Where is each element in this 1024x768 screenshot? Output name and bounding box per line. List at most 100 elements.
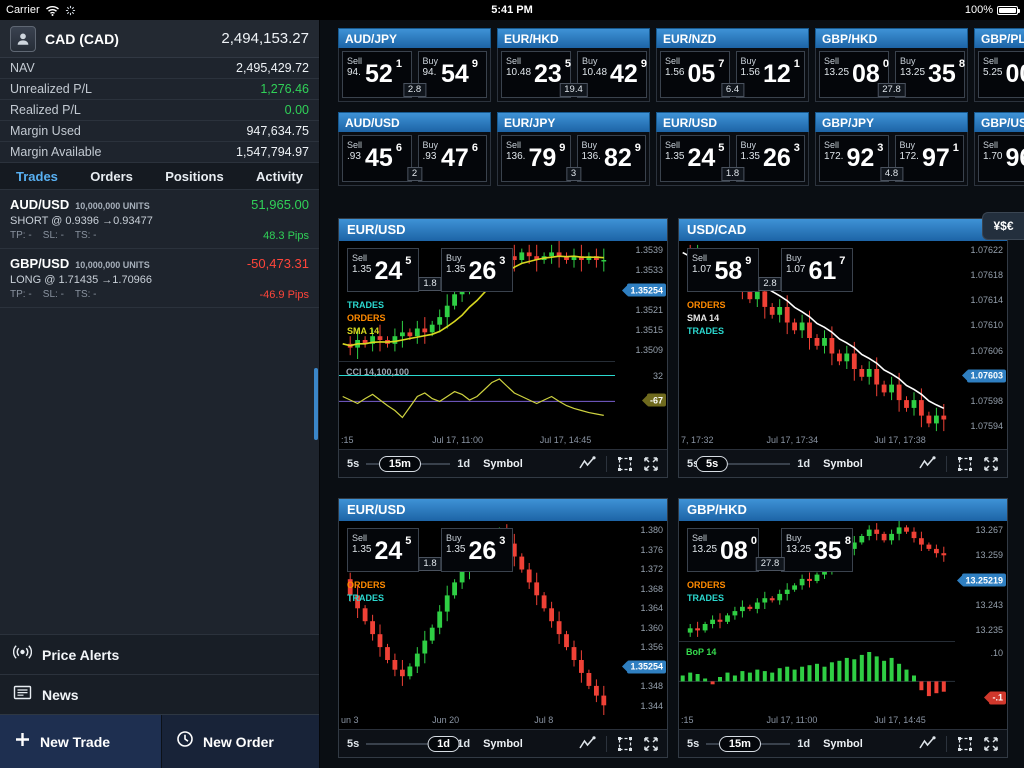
timeframe-max-label[interactable]: 1d [797, 738, 810, 750]
quote-tile-eur-usd[interactable]: EUR/USD Sell 1.35 24 5 1.8 Buy 1.35 26 3 [656, 112, 809, 188]
fullscreen-icon[interactable] [643, 456, 659, 472]
quote-tile-gbp-pln[interactable]: GBP/PLN Sell 5.25 00 Buy [974, 28, 1024, 104]
select-region-icon[interactable] [957, 456, 973, 472]
sell-button[interactable]: Sell 1.56 05 7 [660, 51, 730, 98]
draw-indicator-icon[interactable] [919, 456, 936, 471]
timeframe-min-label[interactable]: 5s [687, 738, 699, 750]
time-axis-label: Jul 17, 17:34 [767, 435, 819, 445]
buy-button[interactable]: Buy 136. 82 9 [577, 135, 647, 182]
account-header[interactable]: CAD (CAD) 2,494,153.27 [0, 20, 319, 58]
axis-label: 1.3539 [635, 245, 663, 255]
quote-tile-gbp-usd[interactable]: GBP/USD Sell 1.70 96 6 Buy [974, 112, 1024, 188]
select-region-icon[interactable] [617, 736, 633, 752]
new-trade-button[interactable]: New Trade [0, 715, 162, 768]
axis-label: 1.3521 [635, 305, 663, 315]
draw-indicator-icon[interactable] [579, 456, 596, 471]
sidebar-tab-activity[interactable]: Activity [256, 169, 303, 184]
new-order-icon [176, 730, 194, 753]
sell-button[interactable]: Sell 1.35 24 5 [347, 528, 419, 572]
currency-drawer-tab[interactable]: ¥$€ [982, 212, 1024, 240]
chart-panel-gbp-hkd-3[interactable]: GBP/HKD Sell 13.25 08 0 27.8 Buy 13.25 3… [678, 498, 1008, 758]
spread-badge: 2.8 [758, 277, 781, 291]
timeframe-min-label[interactable]: 5s [347, 458, 359, 470]
sell-price-prefix: 1.07 [692, 264, 711, 276]
select-region-icon[interactable] [957, 736, 973, 752]
timeframe-max-label[interactable]: 1d [797, 458, 810, 470]
timeframe-thumb[interactable]: 1d [427, 736, 460, 752]
quote-tile-eur-jpy[interactable]: EUR/JPY Sell 136. 79 9 3 Buy 136. 82 9 [497, 112, 650, 188]
time-axis: 7, 17:32Jul 17, 17:34Jul 17, 17:38 [679, 433, 953, 449]
quote-tile-eur-nzd[interactable]: EUR/NZD Sell 1.56 05 7 6.4 Buy 1.56 12 1 [656, 28, 809, 104]
sidebar-tab-orders[interactable]: Orders [90, 169, 133, 184]
menu-item-news[interactable]: News [0, 674, 319, 714]
sell-button[interactable]: Sell .93 45 6 [342, 135, 412, 182]
timeframe-slider[interactable]: 1d [366, 734, 450, 754]
timeframe-thumb[interactable]: 15m [719, 736, 761, 752]
quote-tile-aud-usd[interactable]: AUD/USD Sell .93 45 6 2 Buy .93 47 6 [338, 112, 491, 188]
sell-button[interactable]: Sell 1.07 58 9 [687, 248, 759, 292]
sell-button[interactable]: Sell 172. 92 3 [819, 135, 889, 182]
chart-panel-eur-usd-2[interactable]: EUR/USD Sell 1.35 24 5 1.8 Buy 1.35 26 3… [338, 498, 668, 758]
sell-price-big: 52 [365, 54, 393, 96]
timeframe-slider[interactable]: 5s [706, 454, 790, 474]
sell-button[interactable]: Sell 136. 79 9 [501, 135, 571, 182]
sidebar-tab-positions[interactable]: Positions [165, 169, 224, 184]
buy-button[interactable]: Buy 1.35 26 3 [441, 248, 513, 292]
fullscreen-icon[interactable] [983, 456, 999, 472]
chart-panel-usd-cad-1[interactable]: USD/CAD Sell 1.07 58 9 2.8 Buy 1.07 61 7… [678, 218, 1008, 478]
timeframe-slider[interactable]: 15m [706, 734, 790, 754]
symbol-button[interactable]: Symbol [823, 738, 863, 750]
quote-tile-eur-hkd[interactable]: EUR/HKD Sell 10.48 23 5 19.4 Buy 10.48 4… [497, 28, 650, 104]
buy-button[interactable]: Buy .93 47 6 [418, 135, 488, 182]
timeframe-max-label[interactable]: 1d [457, 458, 470, 470]
buy-button[interactable]: Buy 13.25 35 8 [781, 528, 853, 572]
quote-box: Sell 136. 79 9 3 Buy 136. 82 9 [497, 132, 650, 186]
select-region-icon[interactable] [617, 456, 633, 472]
chart-pair-label: EUR/USD [339, 219, 667, 241]
quote-box: Sell 5.25 00 Buy [974, 48, 1024, 102]
draw-indicator-icon[interactable] [579, 736, 596, 751]
sell-label: Sell [983, 56, 1002, 67]
chart-toolbar: 5s 5s 1d Symbol [679, 449, 1007, 477]
sell-button[interactable]: Sell 5.25 00 [978, 51, 1024, 98]
buy-button[interactable]: Buy 1.07 61 7 [781, 248, 853, 292]
buy-button[interactable]: Buy 94. 54 9 [418, 51, 488, 98]
quote-tile-gbp-jpy[interactable]: GBP/JPY Sell 172. 92 3 4.8 Buy 172. 97 1 [815, 112, 968, 188]
new-order-button[interactable]: New Order [162, 715, 319, 768]
symbol-button[interactable]: Symbol [483, 458, 523, 470]
timeframe-min-label[interactable]: 5s [347, 738, 359, 750]
summary-label: Realized P/L [10, 103, 81, 117]
symbol-button[interactable]: Symbol [483, 738, 523, 750]
symbol-button[interactable]: Symbol [823, 458, 863, 470]
sell-price-big: 08 [852, 54, 880, 96]
buy-price-pip: 3 [499, 255, 505, 290]
timeframe-slider[interactable]: 15m [366, 454, 450, 474]
trade-row[interactable]: GBP/USD 10,000,000 UNITS -50,473.31 LONG… [0, 249, 319, 308]
timeframe-thumb[interactable]: 15m [379, 456, 421, 472]
draw-indicator-icon[interactable] [919, 736, 936, 751]
sell-button[interactable]: Sell 13.25 08 0 [687, 528, 759, 572]
fullscreen-icon[interactable] [983, 736, 999, 752]
summary-label: Margin Used [10, 124, 81, 138]
menu-item-price-alerts[interactable]: Price Alerts [0, 634, 319, 674]
buy-button[interactable]: Buy 1.56 12 1 [736, 51, 806, 98]
time-axis-label: Jul 17, 11:00 [767, 715, 818, 725]
toolbar-separator [946, 456, 947, 472]
scroll-indicator[interactable] [314, 368, 318, 440]
buy-button[interactable]: Buy 1.35 26 3 [736, 135, 806, 182]
battery-icon [997, 6, 1018, 15]
buy-button[interactable]: Buy 172. 97 1 [895, 135, 965, 182]
chart-panel-eur-usd-0[interactable]: EUR/USD Sell 1.35 24 5 1.8 Buy 1.35 26 3… [338, 218, 668, 478]
sidebar-tab-trades[interactable]: Trades [16, 169, 58, 184]
sell-button[interactable]: Sell 1.70 96 6 [978, 135, 1024, 182]
buy-button[interactable]: Buy 1.35 26 3 [441, 528, 513, 572]
trade-row[interactable]: AUD/USD 10,000,000 UNITS 51,965.00 SHORT… [0, 190, 319, 249]
quote-tile-aud-jpy[interactable]: AUD/JPY Sell 94. 52 1 2.8 Buy 94. 54 9 [338, 28, 491, 104]
sell-button[interactable]: Sell 94. 52 1 [342, 51, 412, 98]
timeframe-thumb[interactable]: 5s [696, 456, 728, 472]
sell-button[interactable]: Sell 1.35 24 5 [347, 248, 419, 292]
fullscreen-icon[interactable] [643, 736, 659, 752]
sell-button[interactable]: Sell 1.35 24 5 [660, 135, 730, 182]
quote-tile-gbp-hkd[interactable]: GBP/HKD Sell 13.25 08 0 27.8 Buy 13.25 3… [815, 28, 968, 104]
quote-tiles: AUD/JPY Sell 94. 52 1 2.8 Buy 94. 54 9 E… [338, 28, 1024, 188]
